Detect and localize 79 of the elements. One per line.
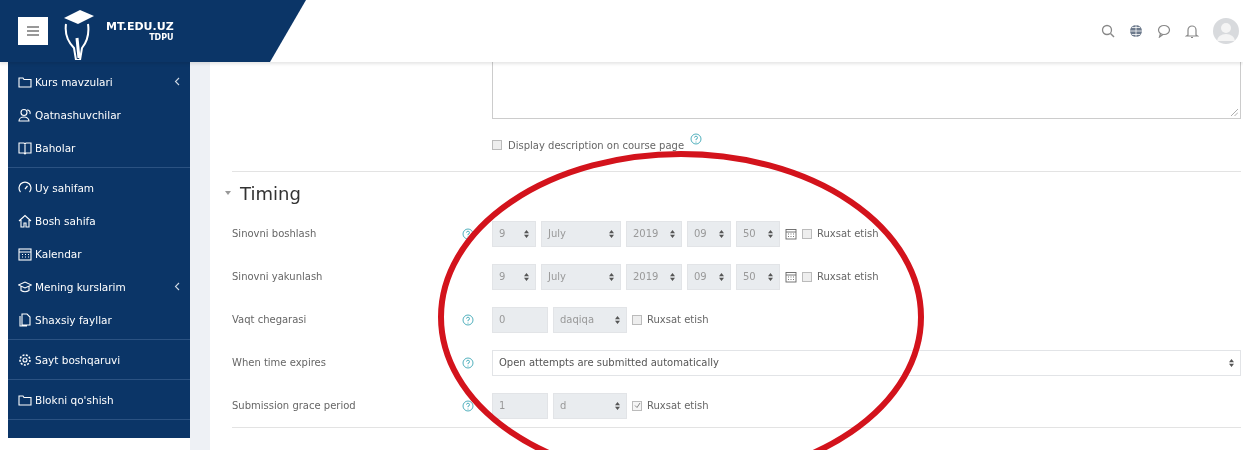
chat-icon[interactable]: [1157, 24, 1171, 38]
up-down-arrows-icon: [768, 229, 773, 238]
up-down-arrows-icon: [615, 401, 620, 410]
sidebar-item[interactable]: Bosh sahifa: [8, 204, 190, 237]
number-input[interactable]: 1: [492, 392, 548, 419]
sidebar-item[interactable]: Sayt boshqaruvi: [8, 343, 190, 376]
sidebar-item[interactable]: Kurs mavzulari: [8, 65, 190, 98]
field-label: Sinovni yakunlash: [232, 271, 324, 282]
up-down-arrows-icon: [609, 229, 614, 238]
up-down-arrows-icon: [719, 272, 724, 281]
checkbox[interactable]: [802, 271, 812, 282]
up-down-arrows-icon: [615, 315, 620, 324]
field-label: Submission grace period: [232, 400, 357, 411]
date-select[interactable]: 2019: [626, 220, 682, 247]
date-select[interactable]: 50: [736, 220, 780, 247]
checkbox[interactable]: [632, 314, 642, 325]
dropdown-select[interactable]: Open attempts are submitted automatically: [492, 349, 1241, 376]
caret-icon: [224, 190, 232, 196]
cap-icon: [18, 279, 32, 294]
unit-select[interactable]: daqiqa: [553, 306, 627, 333]
search-icon[interactable]: [1101, 24, 1115, 38]
field-label: Sinovni boshlash: [232, 228, 318, 239]
up-down-arrows-icon: [719, 229, 724, 238]
site-name: MT.EDU.UZ: [106, 20, 174, 33]
checkbox-label: Ruxsat etish: [647, 314, 709, 325]
up-down-arrows-icon: [1229, 358, 1234, 367]
calendar-icon[interactable]: [785, 270, 797, 283]
files-icon: [18, 312, 32, 327]
field-label: Vaqt chegarasi: [232, 314, 308, 325]
date-select[interactable]: July: [541, 220, 621, 247]
gear-icon: [18, 352, 32, 367]
sidebar-item[interactable]: Uy sahifam: [8, 171, 190, 204]
folder-icon: [18, 74, 32, 89]
date-select[interactable]: 9: [492, 263, 536, 290]
date-select[interactable]: 09: [687, 263, 731, 290]
date-select[interactable]: July: [541, 263, 621, 290]
gauge-icon: [18, 180, 32, 195]
checkbox-label: Ruxsat etish: [647, 400, 709, 411]
up-down-arrows-icon: [670, 272, 675, 281]
sidebar-item[interactable]: Mening kurslarim: [8, 270, 190, 303]
up-down-arrows-icon: [670, 229, 675, 238]
folder-icon: [18, 392, 32, 407]
sidebar-item[interactable]: Blokni qo'shish: [8, 383, 190, 416]
up-down-arrows-icon: [524, 272, 529, 281]
date-select[interactable]: 9: [492, 220, 536, 247]
bell-icon[interactable]: [1185, 23, 1199, 39]
up-down-arrows-icon: [609, 272, 614, 281]
field-label: When time expires: [232, 357, 327, 368]
help-icon[interactable]: [462, 227, 474, 240]
resize-grip-icon: [1231, 109, 1238, 116]
up-down-arrows-icon: [768, 272, 773, 281]
date-select[interactable]: 09: [687, 220, 731, 247]
checkbox-label: Ruxsat etish: [817, 271, 879, 282]
checkbox[interactable]: [802, 228, 812, 239]
home-icon: [18, 213, 32, 228]
sidebar-item[interactable]: Shaxsiy fayllar: [8, 303, 190, 336]
site-subtitle: TDPU: [149, 33, 174, 42]
sidebar-item[interactable]: Baholar: [8, 131, 190, 164]
date-select[interactable]: 2019: [626, 263, 682, 290]
checkbox-label: Ruxsat etish: [817, 228, 879, 239]
checkbox[interactable]: [492, 140, 502, 150]
calendar-icon: [18, 246, 32, 261]
users-icon: [18, 107, 32, 122]
calendar-icon[interactable]: [785, 227, 797, 240]
book-icon: [18, 140, 32, 155]
menu-button[interactable]: [18, 17, 48, 45]
number-input[interactable]: 0: [492, 306, 548, 333]
unit-select[interactable]: d: [553, 392, 627, 419]
sidebar-item[interactable]: Kalendar: [8, 237, 190, 270]
menu-icon: [27, 26, 39, 36]
up-down-arrows-icon: [524, 229, 529, 238]
section-title: Timing: [240, 182, 301, 204]
checkbox[interactable]: [632, 400, 642, 411]
globe-icon[interactable]: [1129, 24, 1143, 38]
date-select[interactable]: 50: [736, 263, 780, 290]
sidebar-item[interactable]: Qatnashuvchilar: [8, 98, 190, 131]
help-icon[interactable]: [462, 399, 474, 412]
checkbox-label: Display description on course page: [508, 139, 685, 151]
description-textarea[interactable]: [492, 62, 1241, 119]
